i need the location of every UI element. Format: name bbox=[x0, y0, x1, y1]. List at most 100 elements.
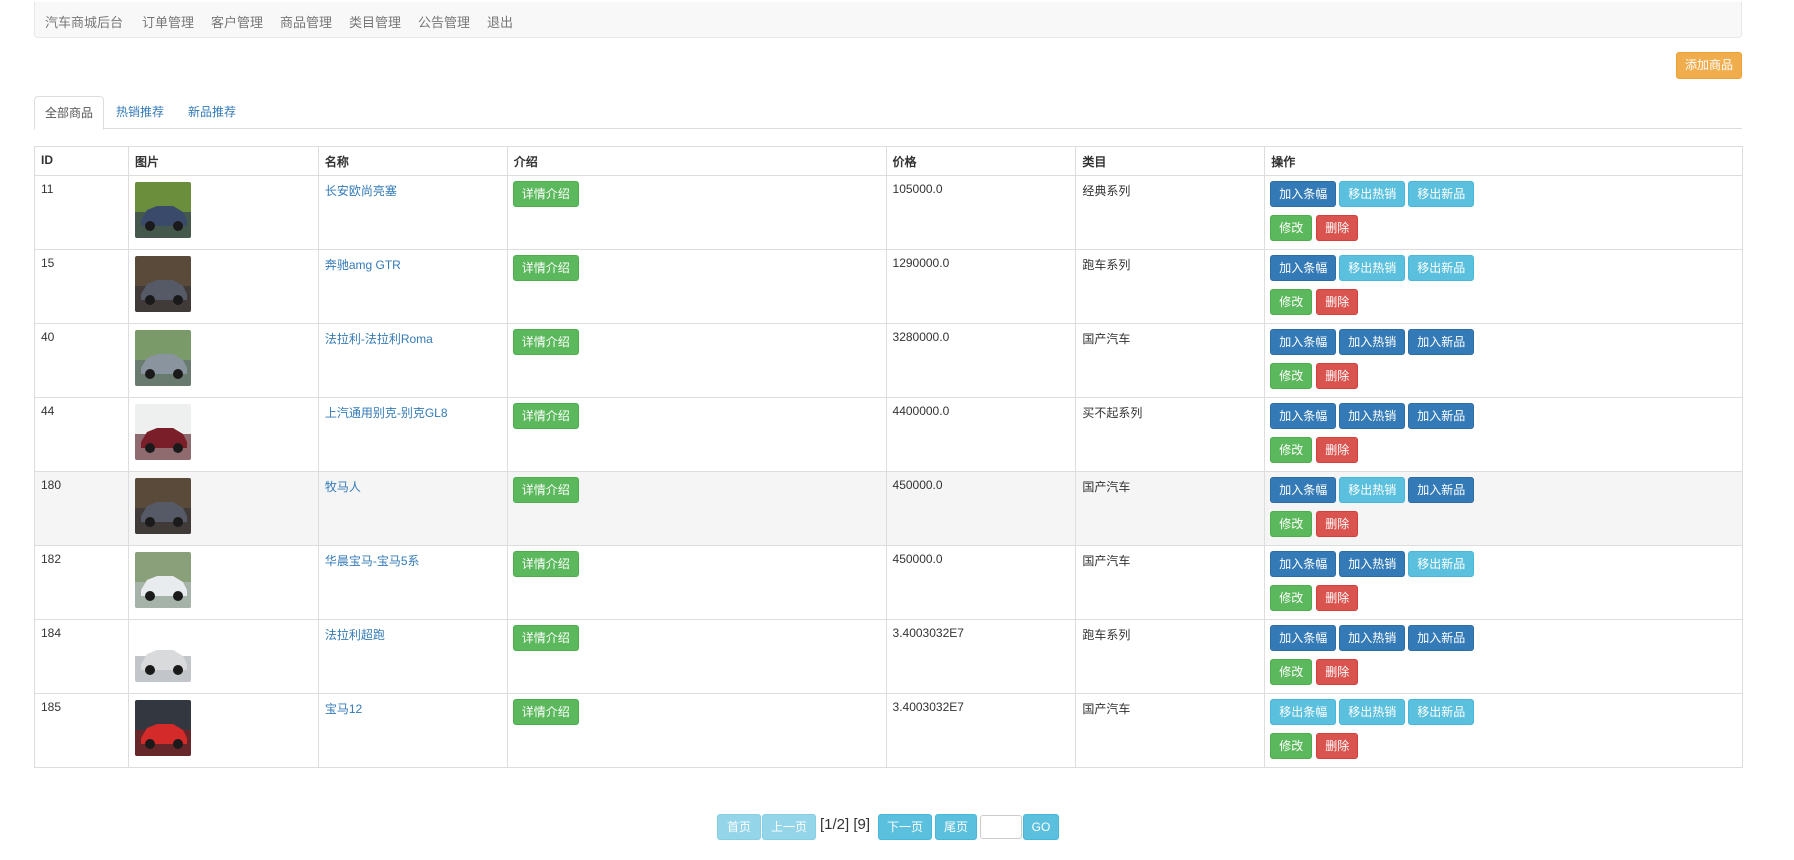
new-toggle-button[interactable]: 加入新品 bbox=[1408, 403, 1475, 429]
product-table: ID 图片 名称 介绍 价格 类目 操作 11 长安欧尚亮塞 详情介绍 105000.… bbox=[34, 146, 1744, 768]
detail-button[interactable]: 详情介绍 bbox=[512, 181, 579, 207]
hot-toggle-button[interactable]: 移出热销 bbox=[1339, 255, 1406, 281]
nav-products[interactable]: 商品管理 bbox=[280, 12, 332, 31]
product-name-link[interactable]: 法拉利超跑 bbox=[325, 628, 385, 642]
delete-button[interactable]: 删除 bbox=[1316, 215, 1359, 241]
banner-toggle-button[interactable]: 加入条幅 bbox=[1270, 477, 1337, 503]
delete-button[interactable]: 删除 bbox=[1316, 733, 1359, 759]
detail-button[interactable]: 详情介绍 bbox=[512, 255, 579, 281]
nav-brand[interactable]: 汽车商城后台 bbox=[45, 12, 123, 31]
banner-toggle-button[interactable]: 加入条幅 bbox=[1270, 403, 1337, 429]
product-name-link[interactable]: 宝马12 bbox=[325, 702, 362, 716]
new-toggle-button[interactable]: 移出新品 bbox=[1408, 551, 1475, 577]
delete-button[interactable]: 删除 bbox=[1316, 659, 1359, 685]
cell-image bbox=[129, 324, 319, 397]
add-product-button[interactable]: 添加商品 bbox=[1676, 52, 1742, 79]
cell-name: 宝马12 bbox=[319, 694, 508, 767]
banner-toggle-button[interactable]: 加入条幅 bbox=[1270, 181, 1337, 207]
new-toggle-button[interactable]: 加入新品 bbox=[1408, 329, 1475, 355]
car-thumbnail bbox=[134, 182, 191, 238]
nav-logout[interactable]: 退出 bbox=[487, 12, 513, 31]
cell-price: 1290000.0 bbox=[887, 250, 1077, 323]
edit-button[interactable]: 修改 bbox=[1270, 289, 1313, 315]
edit-button[interactable]: 修改 bbox=[1270, 659, 1313, 685]
banner-toggle-button[interactable]: 加入条幅 bbox=[1270, 255, 1337, 281]
nav-customers[interactable]: 客户管理 bbox=[211, 12, 263, 31]
cell-image bbox=[129, 176, 319, 249]
edit-button[interactable]: 修改 bbox=[1270, 215, 1313, 241]
nav-notices[interactable]: 公告管理 bbox=[418, 12, 470, 31]
pager-next-button[interactable]: 下一页 bbox=[878, 814, 932, 840]
detail-button[interactable]: 详情介绍 bbox=[512, 477, 579, 503]
cell-id: 44 bbox=[35, 398, 129, 471]
product-name-link[interactable]: 上汽通用别克-别克GL8 bbox=[325, 406, 448, 420]
detail-button[interactable]: 详情介绍 bbox=[512, 403, 579, 429]
banner-toggle-button[interactable]: 加入条幅 bbox=[1270, 625, 1337, 651]
cell-operations: 加入条幅 加入热销 移出新品修改 删除 bbox=[1265, 546, 1744, 619]
banner-toggle-button[interactable]: 加入条幅 bbox=[1270, 551, 1337, 577]
pager-go-button[interactable]: GO bbox=[1023, 814, 1059, 840]
pager-prev-button[interactable]: 上一页 bbox=[762, 814, 816, 840]
delete-button[interactable]: 删除 bbox=[1316, 437, 1359, 463]
tab-hot-recommend[interactable]: 热销推荐 bbox=[106, 96, 174, 129]
banner-toggle-button[interactable]: 加入条幅 bbox=[1270, 329, 1337, 355]
edit-button[interactable]: 修改 bbox=[1270, 585, 1313, 611]
delete-button[interactable]: 删除 bbox=[1316, 363, 1359, 389]
tab-new-recommend[interactable]: 新品推荐 bbox=[178, 96, 246, 129]
banner-toggle-button[interactable]: 移出条幅 bbox=[1270, 699, 1337, 725]
pager-page-input[interactable] bbox=[980, 815, 1022, 839]
cell-operations: 加入条幅 移出热销 加入新品修改 删除 bbox=[1265, 472, 1744, 545]
new-toggle-button[interactable]: 加入新品 bbox=[1408, 477, 1475, 503]
hot-toggle-button[interactable]: 移出热销 bbox=[1339, 699, 1406, 725]
new-toggle-button[interactable]: 移出新品 bbox=[1408, 255, 1475, 281]
cell-category: 国产汽车 bbox=[1076, 694, 1266, 767]
detail-button[interactable]: 详情介绍 bbox=[512, 699, 579, 725]
nav-orders[interactable]: 订单管理 bbox=[142, 12, 194, 31]
cell-id: 11 bbox=[35, 176, 129, 249]
header-category: 类目 bbox=[1076, 147, 1266, 175]
cell-description: 详情介绍 bbox=[508, 398, 887, 471]
edit-button[interactable]: 修改 bbox=[1270, 437, 1313, 463]
cell-id: 185 bbox=[35, 694, 129, 767]
hot-toggle-button[interactable]: 加入热销 bbox=[1339, 329, 1406, 355]
new-toggle-button[interactable]: 移出新品 bbox=[1408, 181, 1475, 207]
cell-description: 详情介绍 bbox=[508, 324, 887, 397]
table-row: 40 法拉利-法拉利Roma 详情介绍 3280000.0 国产汽车 加入条幅 加入热销 加入… bbox=[35, 324, 1744, 398]
new-toggle-button[interactable]: 加入新品 bbox=[1408, 625, 1475, 651]
pager-first-button[interactable]: 首页 bbox=[717, 814, 761, 840]
cell-price: 3.4003032E7 bbox=[887, 620, 1077, 693]
edit-button[interactable]: 修改 bbox=[1270, 363, 1313, 389]
product-name-link[interactable]: 长安欧尚亮塞 bbox=[325, 184, 397, 198]
detail-button[interactable]: 详情介绍 bbox=[512, 329, 579, 355]
detail-button[interactable]: 详情介绍 bbox=[512, 625, 579, 651]
car-thumbnail bbox=[134, 256, 191, 312]
cell-description: 详情介绍 bbox=[508, 250, 887, 323]
hot-toggle-button[interactable]: 移出热销 bbox=[1339, 181, 1406, 207]
hot-toggle-button[interactable]: 移出热销 bbox=[1339, 477, 1406, 503]
cell-operations: 移出条幅 移出热销 移出新品修改 删除 bbox=[1265, 694, 1744, 767]
car-thumbnail bbox=[134, 552, 191, 608]
pager-last-button[interactable]: 尾页 bbox=[935, 814, 977, 840]
detail-button[interactable]: 详情介绍 bbox=[512, 551, 579, 577]
hot-toggle-button[interactable]: 加入热销 bbox=[1339, 403, 1406, 429]
new-toggle-button[interactable]: 移出新品 bbox=[1408, 699, 1475, 725]
product-name-link[interactable]: 法拉利-法拉利Roma bbox=[325, 332, 433, 346]
delete-button[interactable]: 删除 bbox=[1316, 289, 1359, 315]
hot-toggle-button[interactable]: 加入热销 bbox=[1339, 625, 1406, 651]
edit-button[interactable]: 修改 bbox=[1270, 733, 1313, 759]
cell-image bbox=[129, 398, 319, 471]
product-name-link[interactable]: 牧马人 bbox=[325, 480, 361, 494]
cell-image bbox=[129, 250, 319, 323]
delete-button[interactable]: 删除 bbox=[1316, 585, 1359, 611]
product-name-link[interactable]: 奔驰amg GTR bbox=[325, 258, 401, 272]
cell-price: 4400000.0 bbox=[887, 398, 1077, 471]
tab-all-products[interactable]: 全部商品 bbox=[34, 96, 104, 130]
nav-categories[interactable]: 类目管理 bbox=[349, 12, 401, 31]
edit-button[interactable]: 修改 bbox=[1270, 511, 1313, 537]
hot-toggle-button[interactable]: 加入热销 bbox=[1339, 551, 1406, 577]
cell-price: 450000.0 bbox=[887, 472, 1077, 545]
cell-category: 跑车系列 bbox=[1076, 250, 1266, 323]
cell-name: 长安欧尚亮塞 bbox=[319, 176, 508, 249]
delete-button[interactable]: 删除 bbox=[1316, 511, 1359, 537]
product-name-link[interactable]: 华晨宝马-宝马5系 bbox=[325, 554, 420, 568]
